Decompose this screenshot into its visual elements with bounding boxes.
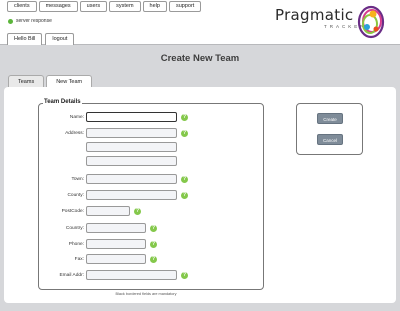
country-field[interactable]: [86, 223, 146, 233]
page-title: Create New Team: [160, 53, 240, 64]
logout-tab[interactable]: logout: [45, 33, 75, 45]
menu-item-system[interactable]: system: [109, 1, 141, 12]
fax-help-icon[interactable]: ?: [150, 256, 157, 263]
app-logo: Pragmatic TRACKER: [272, 3, 386, 41]
content-tabs: Teams New Team: [8, 75, 94, 87]
status-dot-icon: [8, 18, 13, 24]
menu-item-support[interactable]: support: [168, 1, 202, 12]
town-field[interactable]: [86, 174, 177, 184]
email-help-icon[interactable]: ?: [181, 272, 188, 279]
address-line3-field[interactable]: [86, 156, 177, 166]
town-help-icon[interactable]: ?: [181, 176, 188, 183]
address-label: Address:: [65, 131, 84, 136]
top-bar: clients messages users system help suppo…: [0, 0, 400, 45]
action-box: [296, 103, 363, 155]
name-label: Name:: [69, 115, 84, 120]
phone-label: Phone:: [68, 242, 84, 247]
phone-field[interactable]: [86, 239, 146, 249]
greeting-tab[interactable]: Hello Bill: [7, 33, 43, 45]
county-help-icon[interactable]: ?: [181, 192, 188, 199]
status-text: server response: [16, 18, 52, 24]
tab-teams[interactable]: Teams: [8, 75, 45, 87]
postcode-help-icon[interactable]: ?: [134, 208, 141, 215]
mandatory-footnote: Black bordered fields are mandatory: [115, 292, 177, 296]
email-label: Email Addr:: [59, 273, 84, 278]
address-line1-field[interactable]: [86, 128, 177, 138]
menu-item-help[interactable]: help: [142, 1, 167, 12]
fax-label: Fax:: [74, 257, 84, 262]
logo-name: Pragmatic: [275, 6, 354, 24]
name-field[interactable]: [86, 112, 177, 122]
menu-item-users[interactable]: users: [79, 1, 108, 12]
name-help-icon[interactable]: ?: [181, 114, 188, 121]
county-label: County:: [67, 193, 84, 198]
menu-item-clients[interactable]: clients: [7, 1, 37, 12]
postcode-field[interactable]: [86, 206, 130, 216]
phone-help-icon[interactable]: ?: [150, 241, 157, 248]
cancel-button[interactable]: Cancel: [317, 134, 343, 145]
county-field[interactable]: [86, 190, 177, 200]
main-menu: clients messages users system help suppo…: [7, 1, 203, 12]
server-status: server response: [8, 18, 52, 24]
address-line2-field[interactable]: [86, 142, 177, 152]
country-label: Country:: [65, 226, 84, 231]
town-label: Town:: [71, 177, 84, 182]
postcode-label: PostCode:: [61, 209, 84, 214]
user-tabs: Hello Bill logout: [7, 33, 77, 45]
country-help-icon[interactable]: ?: [150, 225, 157, 232]
fax-field[interactable]: [86, 254, 146, 264]
fieldset-legend: Team Details: [43, 99, 82, 105]
logo-swirl-icon: [357, 5, 385, 39]
address-help-icon[interactable]: ?: [181, 130, 188, 137]
create-button[interactable]: Create: [317, 113, 343, 124]
menu-item-messages[interactable]: messages: [38, 1, 78, 12]
tab-new-team[interactable]: New Team: [46, 75, 93, 87]
email-field[interactable]: [86, 270, 177, 280]
